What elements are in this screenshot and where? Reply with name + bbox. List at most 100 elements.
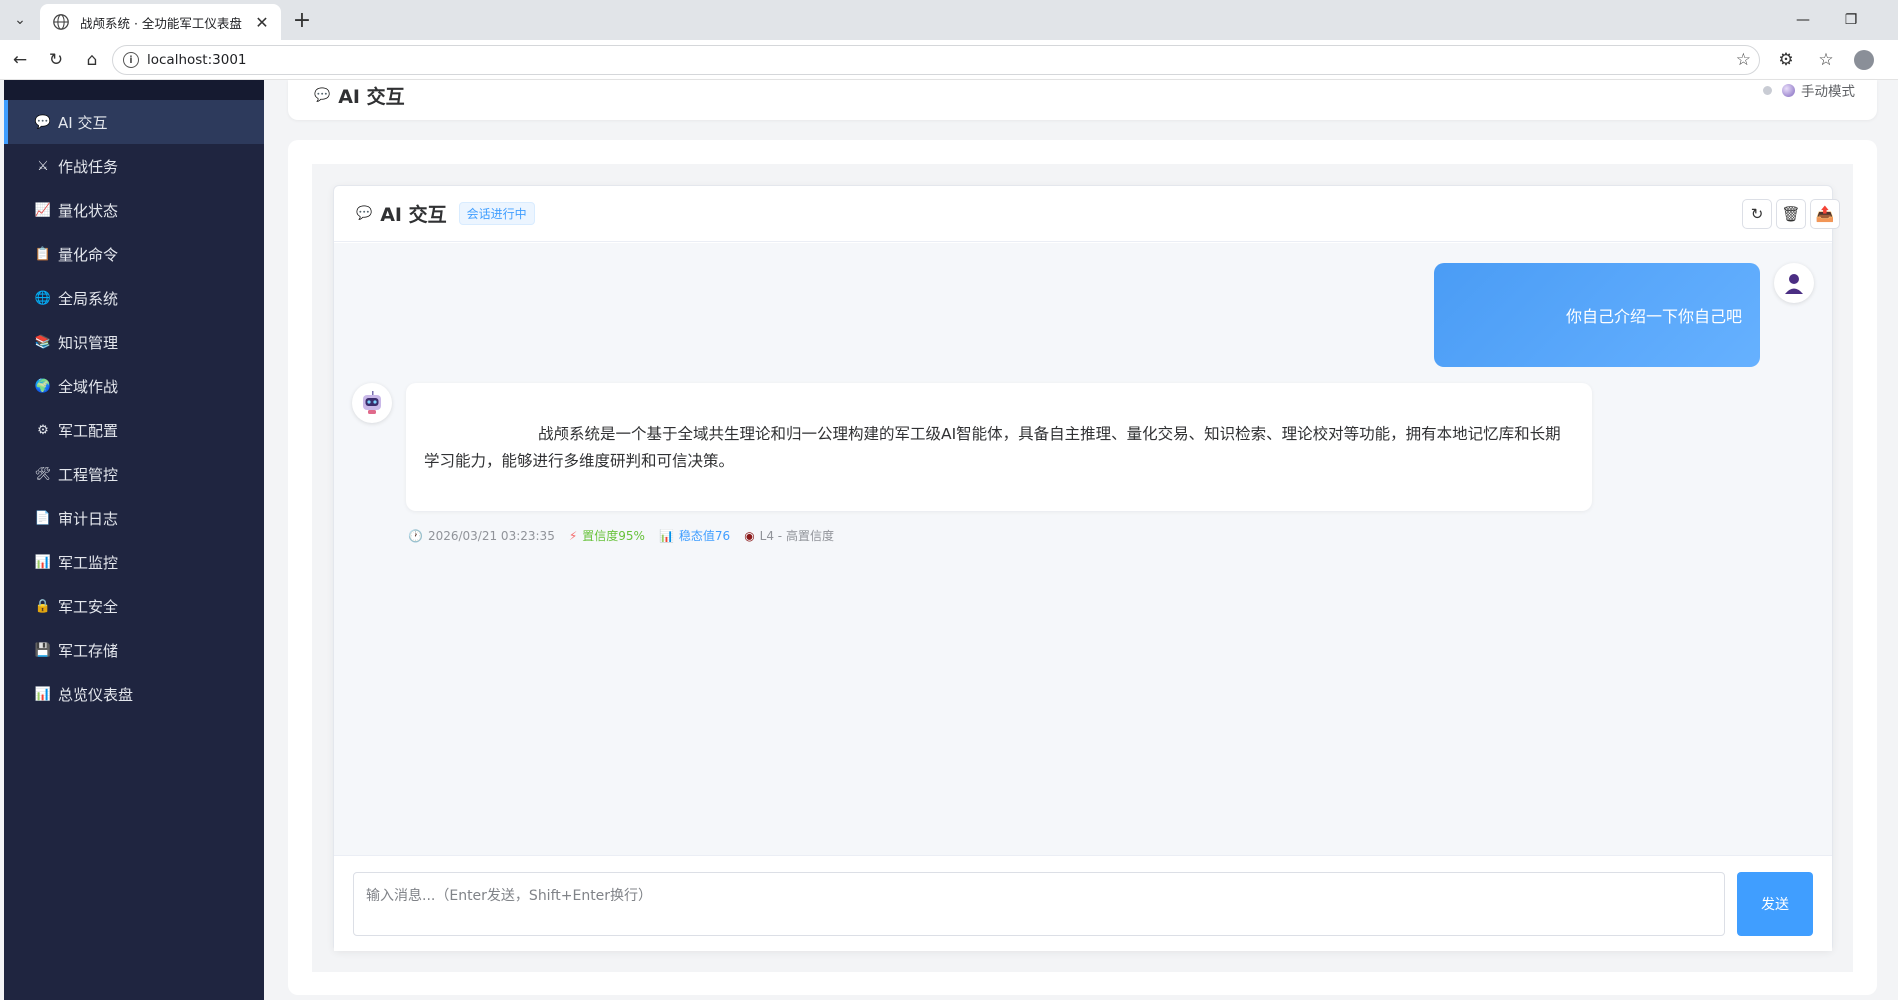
floppy-disk-icon: 💾 — [34, 642, 52, 658]
lightning-icon: ⚡ — [568, 528, 578, 543]
close-tab-icon[interactable]: ✕ — [253, 13, 271, 32]
composer: 发送 — [334, 855, 1832, 951]
sidebar-item-knowledge[interactable]: 📚 知识管理 — [4, 320, 264, 364]
books-icon: 📚 — [34, 334, 52, 350]
bar-chart-icon: 📊 — [34, 686, 52, 702]
bar-chart-icon: 📊 — [658, 528, 674, 543]
sidebar-item-config[interactable]: ⚙ 军工配置 — [4, 408, 264, 452]
confidence-text: 置信度95% — [582, 529, 645, 543]
message-meta: 🕐 2026/03/21 03:23:35 ⚡ 置信度95% 📊 稳态值76 ◉… — [408, 527, 834, 544]
gear-icon: ⚙ — [37, 422, 49, 438]
new-tab-icon[interactable]: + — [288, 6, 316, 34]
message-list: 你自己介绍一下你自己吧 战颅系统是一个基于全域共生理论和归一公理构建的军工级AI… — [334, 243, 1832, 855]
favorites-icon[interactable]: ☆ — [1812, 46, 1840, 74]
sidebar-item-label: 军工安全 — [58, 597, 119, 616]
sidebar-item-label: 量化命令 — [58, 245, 119, 264]
browser-toolbar: ← ↻ ⌂ i localhost:3001 ☆ ⚙ ☆ — [0, 40, 1898, 80]
sidebar-item-label: AI 交互 — [58, 113, 108, 132]
sidebar: 💬 AI 交互 ⚔ 作战任务 📈 量化状态 📋 量化命令 🌐 全局系统 📚 知识… — [4, 80, 264, 1000]
timestamp-text: 2026/03/21 03:23:35 — [427, 528, 555, 543]
stability: 📊 稳态值76 — [659, 527, 730, 544]
speech-bubble-icon: 💬 — [314, 88, 331, 103]
user-avatar — [1774, 263, 1814, 303]
sidebar-item-ai-interaction[interactable]: 💬 AI 交互 — [4, 100, 264, 144]
clipboard-icon: 📋 — [34, 246, 52, 262]
sidebar-item-quant-status[interactable]: 📈 量化状态 — [4, 188, 264, 232]
robot-icon — [363, 391, 381, 414]
page-header: 💬 AI 交互 手动模式 — [288, 80, 1877, 120]
home-icon[interactable]: ⌂ — [78, 46, 106, 74]
export-button[interactable]: 📤 — [1810, 199, 1840, 229]
browser-tab[interactable]: 战颅系统 · 全功能军工仪表盘 ✕ — [40, 4, 281, 40]
export-icon: 📤 — [1815, 205, 1835, 223]
moon-icon — [1782, 83, 1795, 97]
mode-label: 手动模式 — [1801, 84, 1855, 100]
chat-title: AI 交互 — [380, 204, 447, 226]
extensions-icon[interactable]: ⚙ — [1772, 46, 1800, 74]
user-message-text: 你自己介绍一下你自己吧 — [1565, 307, 1742, 326]
bot-avatar — [352, 383, 392, 423]
timestamp: 🕐 2026/03/21 03:23:35 — [408, 529, 555, 543]
sidebar-item-label: 军工配置 — [58, 421, 119, 440]
trash-icon: 🗑 — [1781, 205, 1801, 223]
user-icon — [1785, 274, 1803, 294]
sidebar-item-dashboard[interactable]: 📊 总览仪表盘 — [4, 672, 264, 716]
sidebar-item-label: 军工监控 — [58, 553, 119, 572]
sidebar-top-strip — [4, 80, 264, 100]
mode-toggle[interactable]: 手动模式 — [1763, 80, 1855, 100]
tab-search-chevron-icon[interactable]: ⌄ — [6, 6, 34, 34]
sidebar-item-label: 总览仪表盘 — [58, 685, 134, 704]
restore-icon[interactable]: ❐ — [1826, 0, 1876, 40]
speech-bubble-icon: 💬 — [34, 114, 52, 130]
user-message-bubble: 你自己介绍一下你自己吧 — [1434, 263, 1760, 367]
back-icon[interactable]: ← — [6, 46, 34, 74]
sidebar-item-label: 工程管控 — [58, 465, 119, 484]
bot-message-text: 战颅系统是一个基于全域共生理论和归一公理构建的军工级AI智能体，具备自主推理、量… — [424, 425, 1561, 470]
page-title: 💬 AI 交互 — [314, 82, 405, 109]
bookmark-star-icon[interactable]: ☆ — [1736, 50, 1751, 70]
sidebar-item-label: 量化状态 — [58, 201, 119, 220]
chat-panel: 💬 AI 交互 会话进行中 ↻ 🗑 📤 你自己介绍一下你自己吧 战颅系统是一个基… — [333, 185, 1840, 951]
sidebar-item-label: 作战任务 — [58, 157, 119, 176]
crossed-swords-icon: ⚔ — [37, 158, 49, 174]
minimize-icon[interactable]: — — [1778, 0, 1828, 40]
sidebar-item-global-system[interactable]: 🌐 全局系统 — [4, 276, 264, 320]
tab-title: 战颅系统 · 全功能军工仪表盘 — [80, 15, 242, 31]
lock-icon: 🔒 — [34, 598, 52, 614]
sidebar-item-all-domain-combat[interactable]: 🌍 全域作战 — [4, 364, 264, 408]
sidebar-item-label: 军工存储 — [58, 641, 119, 660]
site-info-icon[interactable]: i — [123, 52, 139, 68]
eye-icon: ◉ — [744, 528, 755, 543]
profile-avatar-icon[interactable] — [1850, 46, 1878, 74]
message-input[interactable] — [353, 872, 1725, 936]
refresh-icon: ↻ — [1750, 205, 1764, 223]
sidebar-item-quant-commands[interactable]: 📋 量化命令 — [4, 232, 264, 276]
sidebar-item-engineering[interactable]: 🛠 工程管控 — [4, 452, 264, 496]
status-badge: 会话进行中 — [458, 202, 535, 225]
sidebar-item-combat-tasks[interactable]: ⚔ 作战任务 — [4, 144, 264, 188]
refresh-button[interactable]: ↻ — [1742, 199, 1772, 229]
sidebar-item-monitoring[interactable]: 📊 军工监控 — [4, 540, 264, 584]
earth-icon: 🌍 — [34, 378, 52, 394]
send-button[interactable]: 发送 — [1737, 872, 1813, 936]
sidebar-item-label: 全局系统 — [58, 289, 119, 308]
confidence: ⚡ 置信度95% — [569, 527, 645, 544]
chat-header: 💬 AI 交互 会话进行中 ↻ 🗑 📤 — [334, 186, 1840, 242]
sidebar-item-label: 知识管理 — [58, 333, 119, 352]
sidebar-item-audit-log[interactable]: 📄 审计日志 — [4, 496, 264, 540]
page-title-text: AI 交互 — [338, 86, 405, 108]
line-chart-icon: 📈 — [34, 202, 52, 218]
browser-tabstrip: ⌄ 战颅系统 · 全功能军工仪表盘 ✕ + — ❐ — [0, 0, 1898, 40]
sidebar-item-security[interactable]: 🔒 军工安全 — [4, 584, 264, 628]
sidebar-item-label: 审计日志 — [58, 509, 119, 528]
speech-bubble-icon: 💬 — [356, 206, 373, 221]
url-text: localhost:3001 — [147, 52, 247, 68]
reload-icon[interactable]: ↻ — [42, 46, 70, 74]
level: ◉ L4 - 高置信度 — [744, 527, 834, 544]
document-icon: 📄 — [34, 510, 52, 526]
bot-message-bubble: 战颅系统是一个基于全域共生理论和归一公理构建的军工级AI智能体，具备自主推理、量… — [406, 383, 1592, 511]
sidebar-item-storage[interactable]: 💾 军工存储 — [4, 628, 264, 672]
address-bar[interactable]: i localhost:3001 ☆ — [112, 45, 1760, 75]
clear-button[interactable]: 🗑 — [1776, 199, 1806, 229]
clock-icon: 🕐 — [408, 528, 423, 543]
